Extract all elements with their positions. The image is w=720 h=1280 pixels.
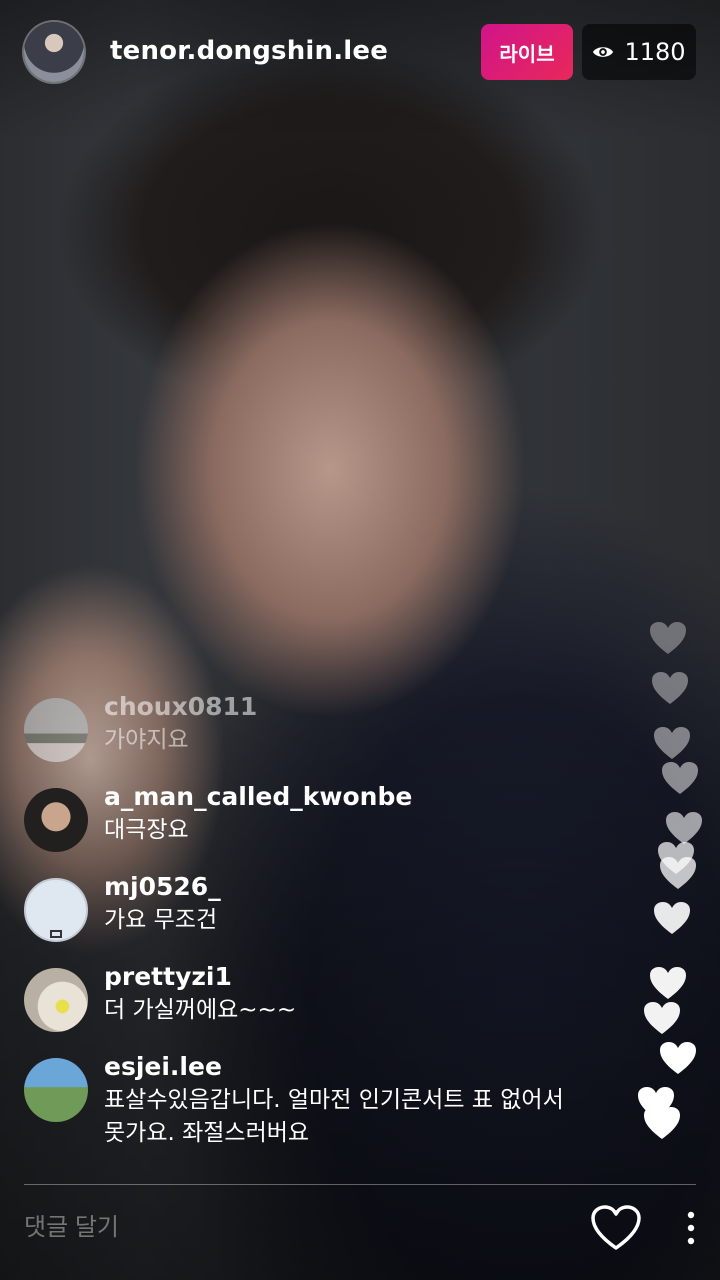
viewer-count-badge[interactable]: 1180 <box>582 24 696 80</box>
comment-text: 더 가실꺼에요~~~ <box>104 997 297 1023</box>
commenter-username[interactable]: choux0811 <box>104 690 584 724</box>
comment-input[interactable] <box>24 1206 544 1250</box>
floating-heart-icon <box>658 855 698 891</box>
commenter-avatar[interactable] <box>24 1058 88 1122</box>
comment-text: 가야지요 <box>104 727 189 753</box>
floating-heart-icon <box>648 965 688 1001</box>
floating-heart-icon <box>658 1040 698 1076</box>
commenter-username[interactable]: a_man_called_kwonbe <box>104 780 584 814</box>
commenter-username[interactable]: esjei.lee <box>104 1050 584 1084</box>
floating-heart-icon <box>642 1105 682 1141</box>
comment-item: a_man_called_kwonbe 대극장요 <box>24 780 584 852</box>
commenter-avatar[interactable] <box>24 788 88 852</box>
host-avatar[interactable] <box>24 22 84 82</box>
comment-text: 대극장요 <box>104 817 189 843</box>
comment-item: prettyzi1 더 가실꺼에요~~~ <box>24 960 584 1032</box>
footer-divider <box>24 1184 696 1185</box>
comment-item: mj0526_ 가요 무조건 <box>24 870 584 942</box>
commenter-avatar[interactable] <box>24 878 88 942</box>
floating-heart-icon <box>648 620 688 656</box>
live-header: tenor.dongshin.lee 라이브 1180 <box>0 0 720 104</box>
floating-heart-icon <box>652 725 692 761</box>
floating-heart-icon <box>642 1000 682 1036</box>
more-vertical-icon[interactable] <box>678 1206 704 1250</box>
commenter-username[interactable]: mj0526_ <box>104 870 584 904</box>
eye-icon <box>592 41 614 63</box>
floating-heart-icon <box>660 760 700 796</box>
floating-heart-icon <box>650 670 690 706</box>
floating-hearts <box>638 610 720 1170</box>
host-username[interactable]: tenor.dongshin.lee <box>110 36 388 66</box>
comment-text: 표살수있음갑니다. 얼마전 인기콘서트 표 없어서 못가요. 좌절스러버요 <box>104 1087 564 1146</box>
commenter-avatar[interactable] <box>24 698 88 762</box>
comment-item: esjei.lee 표살수있음갑니다. 얼마전 인기콘서트 표 없어서 못가요.… <box>24 1050 584 1150</box>
comment-text: 가요 무조건 <box>104 907 218 933</box>
comment-list: choux0811 가야지요 a_man_called_kwonbe 대극장요 … <box>24 690 584 1173</box>
live-badge: 라이브 <box>481 24 573 80</box>
viewer-count: 1180 <box>624 38 686 66</box>
heart-icon[interactable] <box>590 1204 642 1252</box>
comment-item: choux0811 가야지요 <box>24 690 584 762</box>
commenter-username[interactable]: prettyzi1 <box>104 960 584 994</box>
floating-heart-icon <box>652 900 692 936</box>
commenter-avatar[interactable] <box>24 968 88 1032</box>
